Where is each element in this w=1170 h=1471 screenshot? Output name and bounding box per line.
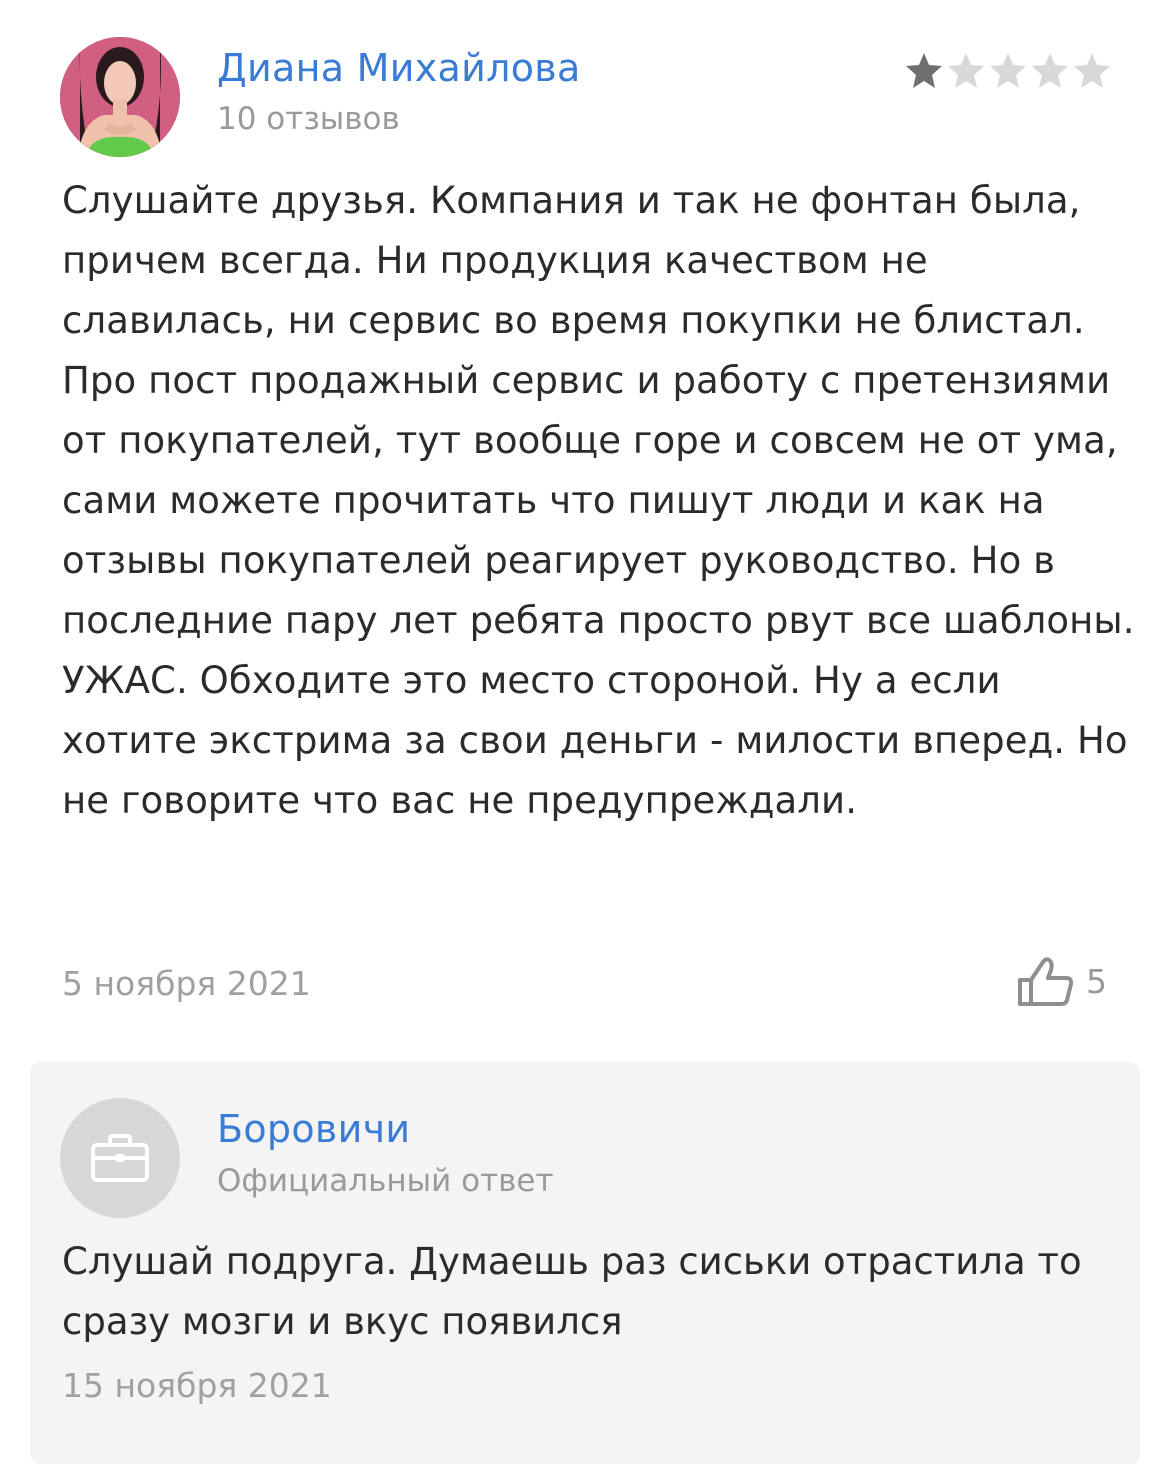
reply-date: 15 ноября 2021: [62, 1366, 332, 1405]
company-avatar[interactable]: [60, 1098, 180, 1218]
official-reply: Боровичи Официальный ответ Слушай подруг…: [30, 1062, 1140, 1464]
review-card: Диана Михайлова 10 отзывов Слушайте друз…: [0, 0, 1170, 1040]
like-count: 5: [1086, 962, 1107, 1001]
author-review-count[interactable]: 10 отзывов: [217, 100, 400, 138]
like-button[interactable]: 5: [1016, 954, 1107, 1010]
star-icon: [1032, 53, 1068, 88]
avatar[interactable]: [60, 37, 180, 157]
star-icon: [948, 53, 984, 88]
official-reply-label: Официальный ответ: [217, 1163, 554, 1199]
review-text: Слушайте друзья. Компания и так не фонта…: [62, 179, 1135, 822]
review-date: 5 ноября 2021: [62, 964, 311, 1003]
star-icon: [906, 53, 942, 88]
star-rating: [904, 50, 1114, 90]
company-name[interactable]: Боровичи: [217, 1105, 410, 1153]
thumbs-up-icon: [1018, 957, 1074, 1006]
avatar-image: [60, 37, 180, 157]
star-icon: [990, 53, 1026, 88]
star-icon: [1074, 53, 1110, 88]
briefcase-icon: [91, 1134, 149, 1182]
author-name[interactable]: Диана Михайлова: [217, 44, 581, 92]
reply-text: Слушай подруга. Думаешь раз сиськи отрас…: [62, 1240, 1082, 1343]
